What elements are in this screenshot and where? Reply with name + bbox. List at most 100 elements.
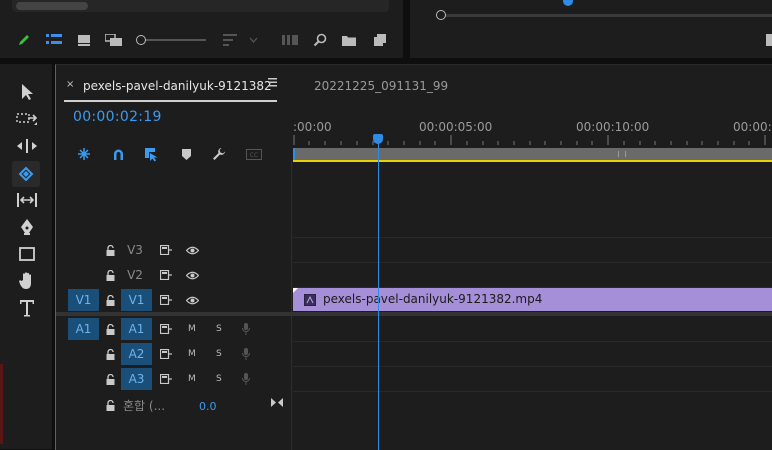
tools-panel <box>0 64 52 449</box>
razor-tool-icon[interactable] <box>12 161 40 187</box>
mute-button[interactable]: M <box>188 349 196 359</box>
sync-lock-icon[interactable] <box>159 243 173 257</box>
sync-lock-icon[interactable] <box>159 268 173 282</box>
lock-icon[interactable] <box>104 372 116 386</box>
new-item-icon[interactable] <box>372 32 388 48</box>
fx-badge-icon <box>304 294 316 306</box>
track-header-v3: V3 <box>56 238 292 262</box>
track-label-a3[interactable]: A3 <box>121 368 152 390</box>
freeform-view-icon[interactable] <box>104 32 124 48</box>
svg-text:CC: CC <box>250 152 258 159</box>
tools-left-edge <box>0 364 3 444</box>
project-panel <box>0 0 403 58</box>
track-row-line <box>293 391 772 392</box>
clip-in-corner <box>293 288 298 293</box>
nest-sequences-icon[interactable] <box>76 146 92 162</box>
eye-icon[interactable] <box>185 243 199 257</box>
source-patch-v1[interactable]: V1 <box>68 289 99 311</box>
ruler-ticks <box>293 135 766 145</box>
time-ruler[interactable]: :00:00 00:00:05:00 00:00:10:00 00:00:1 <box>293 115 772 162</box>
track-row-line <box>293 341 772 342</box>
zoom-slider[interactable] <box>136 34 206 46</box>
solo-button[interactable]: S <box>216 374 222 384</box>
lock-icon[interactable] <box>104 243 116 257</box>
ruler-label: 00:00:10:00 <box>576 120 650 134</box>
eye-icon[interactable] <box>185 293 199 307</box>
expand-audio-icon[interactable] <box>270 395 284 409</box>
source-patch-a1[interactable]: A1 <box>68 318 99 340</box>
lock-icon[interactable] <box>104 322 116 336</box>
solo-button[interactable]: S <box>216 324 222 334</box>
sync-lock-icon[interactable] <box>159 347 173 361</box>
playhead-timecode[interactable]: 00:00:02:19 <box>73 109 162 125</box>
track-header-a1: A1 A1 M S <box>56 317 292 341</box>
tab-menu-icon[interactable] <box>268 78 277 87</box>
track-row-line <box>293 366 772 367</box>
search-icon[interactable] <box>312 32 328 48</box>
microphone-icon[interactable] <box>240 322 252 336</box>
sort-icon[interactable] <box>222 32 238 48</box>
clip-label: pexels-pavel-danilyuk-9121382.mp4 <box>323 292 543 306</box>
playhead-scrubber[interactable] <box>436 9 772 23</box>
automate-to-sequence-icon[interactable] <box>281 32 299 48</box>
sequence-tab-active[interactable]: pexels-pavel-danilyuk-9121382 <box>83 79 272 93</box>
snap-icon[interactable] <box>110 146 126 162</box>
wrench-icon[interactable] <box>211 146 227 162</box>
track-label-a1[interactable]: A1 <box>121 318 152 340</box>
microphone-icon[interactable] <box>240 347 252 361</box>
sync-lock-icon[interactable] <box>159 293 173 307</box>
mix-track-label[interactable]: 혼합 (... <box>123 397 165 414</box>
ruler-label: 00:00:05:00 <box>419 120 493 134</box>
lock-icon[interactable] <box>104 268 116 282</box>
mix-volume-value[interactable]: 0.0 <box>199 400 217 413</box>
mute-button[interactable]: M <box>188 324 196 334</box>
add-marker-icon[interactable] <box>178 146 194 162</box>
captions-icon[interactable]: CC <box>245 146 263 162</box>
export-frame-icon[interactable] <box>762 32 772 48</box>
ruler-label: :00:00 <box>293 120 332 134</box>
microphone-icon[interactable] <box>240 372 252 386</box>
program-monitor-panel <box>410 0 772 58</box>
slip-tool-icon[interactable] <box>13 188 41 212</box>
pen-tool-icon[interactable] <box>13 215 41 239</box>
sequence-tab-inactive[interactable]: 20221225_091131_99 <box>314 79 448 93</box>
video-clip[interactable]: pexels-pavel-danilyuk-9121382.mp4 <box>293 288 772 311</box>
active-tab-underline <box>64 100 277 102</box>
lock-icon[interactable] <box>104 293 116 307</box>
icon-view-icon[interactable] <box>76 32 92 48</box>
chevron-down-icon[interactable] <box>247 34 259 46</box>
list-view-icon[interactable] <box>45 32 63 48</box>
rectangle-tool-icon[interactable] <box>13 242 41 266</box>
track-row-line <box>293 237 772 238</box>
track-label-v1[interactable]: V1 <box>121 289 152 311</box>
track-header-v1: V1 V1 <box>56 288 292 312</box>
track-header-v2: V2 <box>56 263 292 287</box>
playhead-line[interactable] <box>378 143 379 450</box>
type-tool-icon[interactable] <box>13 296 41 320</box>
mute-button[interactable]: M <box>188 374 196 384</box>
sync-lock-icon[interactable] <box>159 372 173 386</box>
video-audio-divider[interactable] <box>56 312 772 316</box>
eye-icon[interactable] <box>185 268 199 282</box>
playhead-marker[interactable] <box>563 0 573 6</box>
hand-tool-icon[interactable] <box>13 269 41 293</box>
track-header-a2: A2 M S <box>56 342 292 366</box>
new-bin-icon[interactable] <box>341 32 357 48</box>
ripple-edit-icon[interactable] <box>13 134 41 158</box>
selection-tool-icon[interactable] <box>13 80 41 104</box>
solo-button[interactable]: S <box>216 349 222 359</box>
work-area-line <box>293 160 772 162</box>
track-select-forward-icon[interactable] <box>13 107 41 131</box>
track-label-a2[interactable]: A2 <box>121 343 152 365</box>
linked-selection-icon[interactable] <box>143 146 159 162</box>
track-header-a3: A3 M S <box>56 367 292 391</box>
pencil-icon[interactable] <box>16 32 32 48</box>
lock-icon[interactable] <box>104 398 116 412</box>
work-area-bar[interactable] <box>293 148 772 160</box>
track-label-v3[interactable]: V3 <box>121 239 149 261</box>
track-label-v2[interactable]: V2 <box>121 264 149 286</box>
lock-icon[interactable] <box>104 347 116 361</box>
sync-lock-icon[interactable] <box>159 322 173 336</box>
horizontal-scrollbar[interactable] <box>12 0 389 12</box>
close-tab-icon[interactable]: × <box>66 79 74 90</box>
